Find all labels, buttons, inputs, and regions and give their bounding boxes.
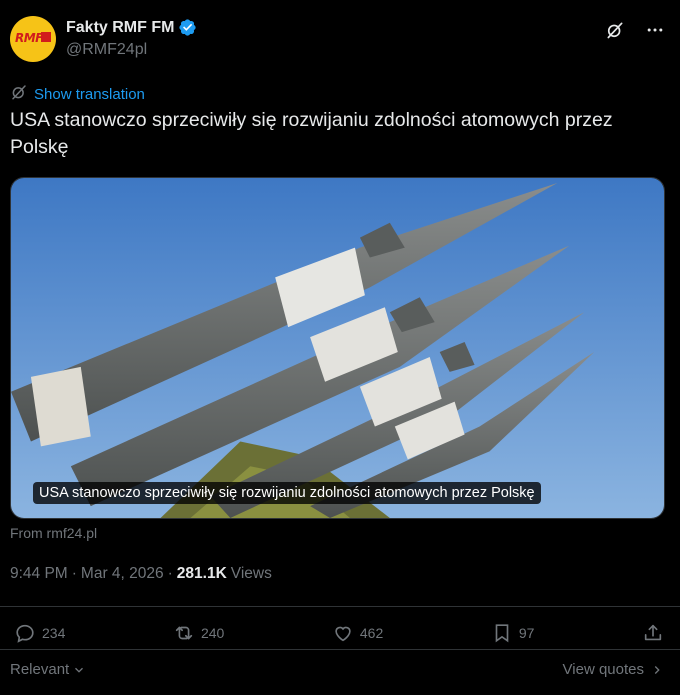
tweet-date[interactable]: Mar 4, 2026 xyxy=(81,565,164,583)
sort-label: Relevant xyxy=(10,661,70,678)
tweet-header: RMF Fakty RMF FM @RMF24pl xyxy=(10,14,670,64)
action-bar: 234 240 462 97 xyxy=(14,622,664,644)
divider-bottom xyxy=(0,649,680,650)
repost-count: 240 xyxy=(200,625,225,641)
views-count: 281.1K xyxy=(176,565,227,582)
view-quotes-link[interactable]: View quotes xyxy=(563,661,664,678)
more-options-icon[interactable] xyxy=(644,19,666,41)
avatar[interactable]: RMF xyxy=(10,16,56,62)
avatar-logo-mark xyxy=(41,32,51,42)
like-button[interactable]: 462 xyxy=(332,622,383,644)
repost-icon xyxy=(175,626,193,640)
heart-icon xyxy=(335,626,351,642)
view-quotes-label: View quotes xyxy=(562,661,644,678)
show-translation-link[interactable]: Show translation xyxy=(10,83,145,106)
tweet-meta: 9:44 PM · Mar 4, 2026 · 281.1K Views xyxy=(10,565,272,583)
meta-separator: · xyxy=(71,565,77,582)
share-icon xyxy=(644,624,662,641)
chevron-down-icon xyxy=(75,667,84,673)
bookmark-count: 97 xyxy=(518,625,535,641)
meta-separator-2: · xyxy=(167,565,173,582)
tweet-text: USA stanowczo sprzeciwiły się rozwijaniu… xyxy=(10,109,613,158)
media-caption: USA stanowczo sprzeciwiły się rozwijaniu… xyxy=(33,482,541,504)
replies-footer: Relevant View quotes xyxy=(10,661,664,678)
missile-photo xyxy=(11,178,664,518)
tweet-time[interactable]: 9:44 PM xyxy=(10,565,68,583)
link-source[interactable]: From rmf24.pl xyxy=(10,525,97,541)
views-label: Views xyxy=(230,565,272,582)
show-translation-label[interactable]: Show translation xyxy=(34,86,145,103)
author-handle[interactable]: @RMF24pl xyxy=(66,41,197,59)
divider-top xyxy=(0,606,680,607)
media-card[interactable]: USA stanowczo sprzeciwiły się rozwijaniu… xyxy=(10,177,665,519)
sort-replies-dropdown[interactable]: Relevant xyxy=(10,661,86,678)
author-block: Fakty RMF FM @RMF24pl xyxy=(66,18,197,59)
bookmark-icon xyxy=(495,624,509,643)
author-name-row[interactable]: Fakty RMF FM xyxy=(66,18,197,37)
chevron-right-icon xyxy=(654,665,660,674)
like-count: 462 xyxy=(359,625,384,641)
grok-icon[interactable] xyxy=(604,19,626,41)
header-actions xyxy=(604,19,666,41)
avatar-logo-text: RMF xyxy=(15,31,43,45)
reply-count: 234 xyxy=(42,625,66,641)
verified-badge-icon[interactable] xyxy=(178,18,197,37)
author-name[interactable]: Fakty RMF FM xyxy=(66,19,174,37)
repost-button[interactable]: 240 xyxy=(173,622,224,644)
reply-icon xyxy=(16,624,34,643)
share-button[interactable] xyxy=(642,622,664,644)
reply-button[interactable]: 234 xyxy=(14,622,65,644)
translate-icon xyxy=(10,83,28,106)
bookmark-button[interactable]: 97 xyxy=(491,622,535,644)
